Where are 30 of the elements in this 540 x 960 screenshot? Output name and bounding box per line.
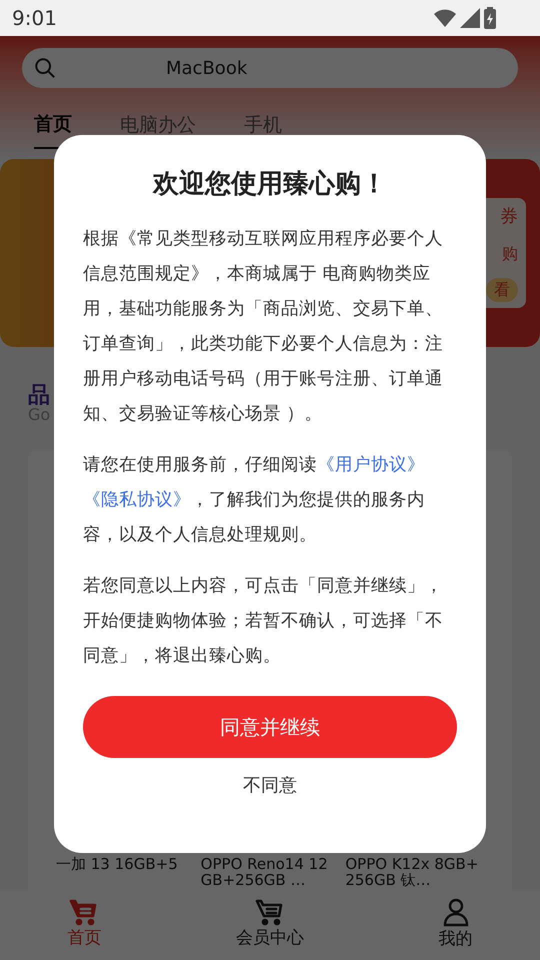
product-name: OPPO K12x 8GB+256GB 钛… — [345, 856, 480, 888]
agreement-link[interactable]: 《隐私协议》 — [83, 490, 191, 510]
search-field[interactable]: MacBook — [22, 48, 518, 88]
agreement-link[interactable]: 《用户协议》 — [317, 455, 425, 475]
category-tab[interactable]: 电脑办公 — [120, 110, 196, 148]
person-icon — [442, 897, 470, 928]
coupon-link[interactable]: 看 — [486, 278, 518, 302]
dialog-title: 欢迎您使用臻心购！ — [152, 168, 388, 201]
search-value: MacBook — [166, 56, 248, 80]
dialog-paragraph: 根据《常见类型移动互联网应用程序必要个人信息范围规定》，本商城属于 电商购物类应用，基础功能服务为「商品浏览、交易下单、订单查询」，此类功能下必要个人信息为：注册用户移动电话号码（用于账号注册、订单通知、交易验证等核心场景 ）。 — [83, 228, 444, 426]
section-title: 品 — [28, 384, 50, 406]
cart-icon — [254, 898, 285, 926]
dialog-paragraph: 若您同意以上内容，可点击「同意并继续」，开始便捷购物体验；若暂不确认，可选择「不同意」，将退出臻心购。 — [83, 575, 444, 668]
search-icon — [34, 57, 56, 79]
coupon-text: 购 — [502, 242, 518, 265]
wifi-icon — [434, 9, 456, 27]
clock: 9:01 — [12, 5, 57, 32]
dialog-paragraph: 请您在使用服务前，仔细阅读《用户协议》 《隐私协议》，了解我们为您提供的服务内容，以及个人信息处理规则。 — [83, 454, 426, 547]
nav-tab[interactable]: 我的 — [438, 897, 473, 953]
category-tab[interactable]: 手机 — [244, 110, 282, 148]
nav-tab[interactable]: 首页 — [67, 898, 102, 952]
product-name: OPPO Reno14 12GB+256GB … — [200, 856, 329, 888]
signal-icon — [460, 8, 480, 28]
nav-tab[interactable]: 会员中心 — [236, 898, 304, 952]
coupon-text: 券 — [500, 205, 518, 230]
product-name: 一加 13 16GB+5 — [56, 856, 179, 872]
agree-button[interactable]: 同意并继续 — [83, 696, 457, 758]
cart-icon — [69, 898, 100, 926]
decline-button[interactable]: 不同意 — [243, 772, 297, 799]
battery-icon — [484, 7, 496, 29]
